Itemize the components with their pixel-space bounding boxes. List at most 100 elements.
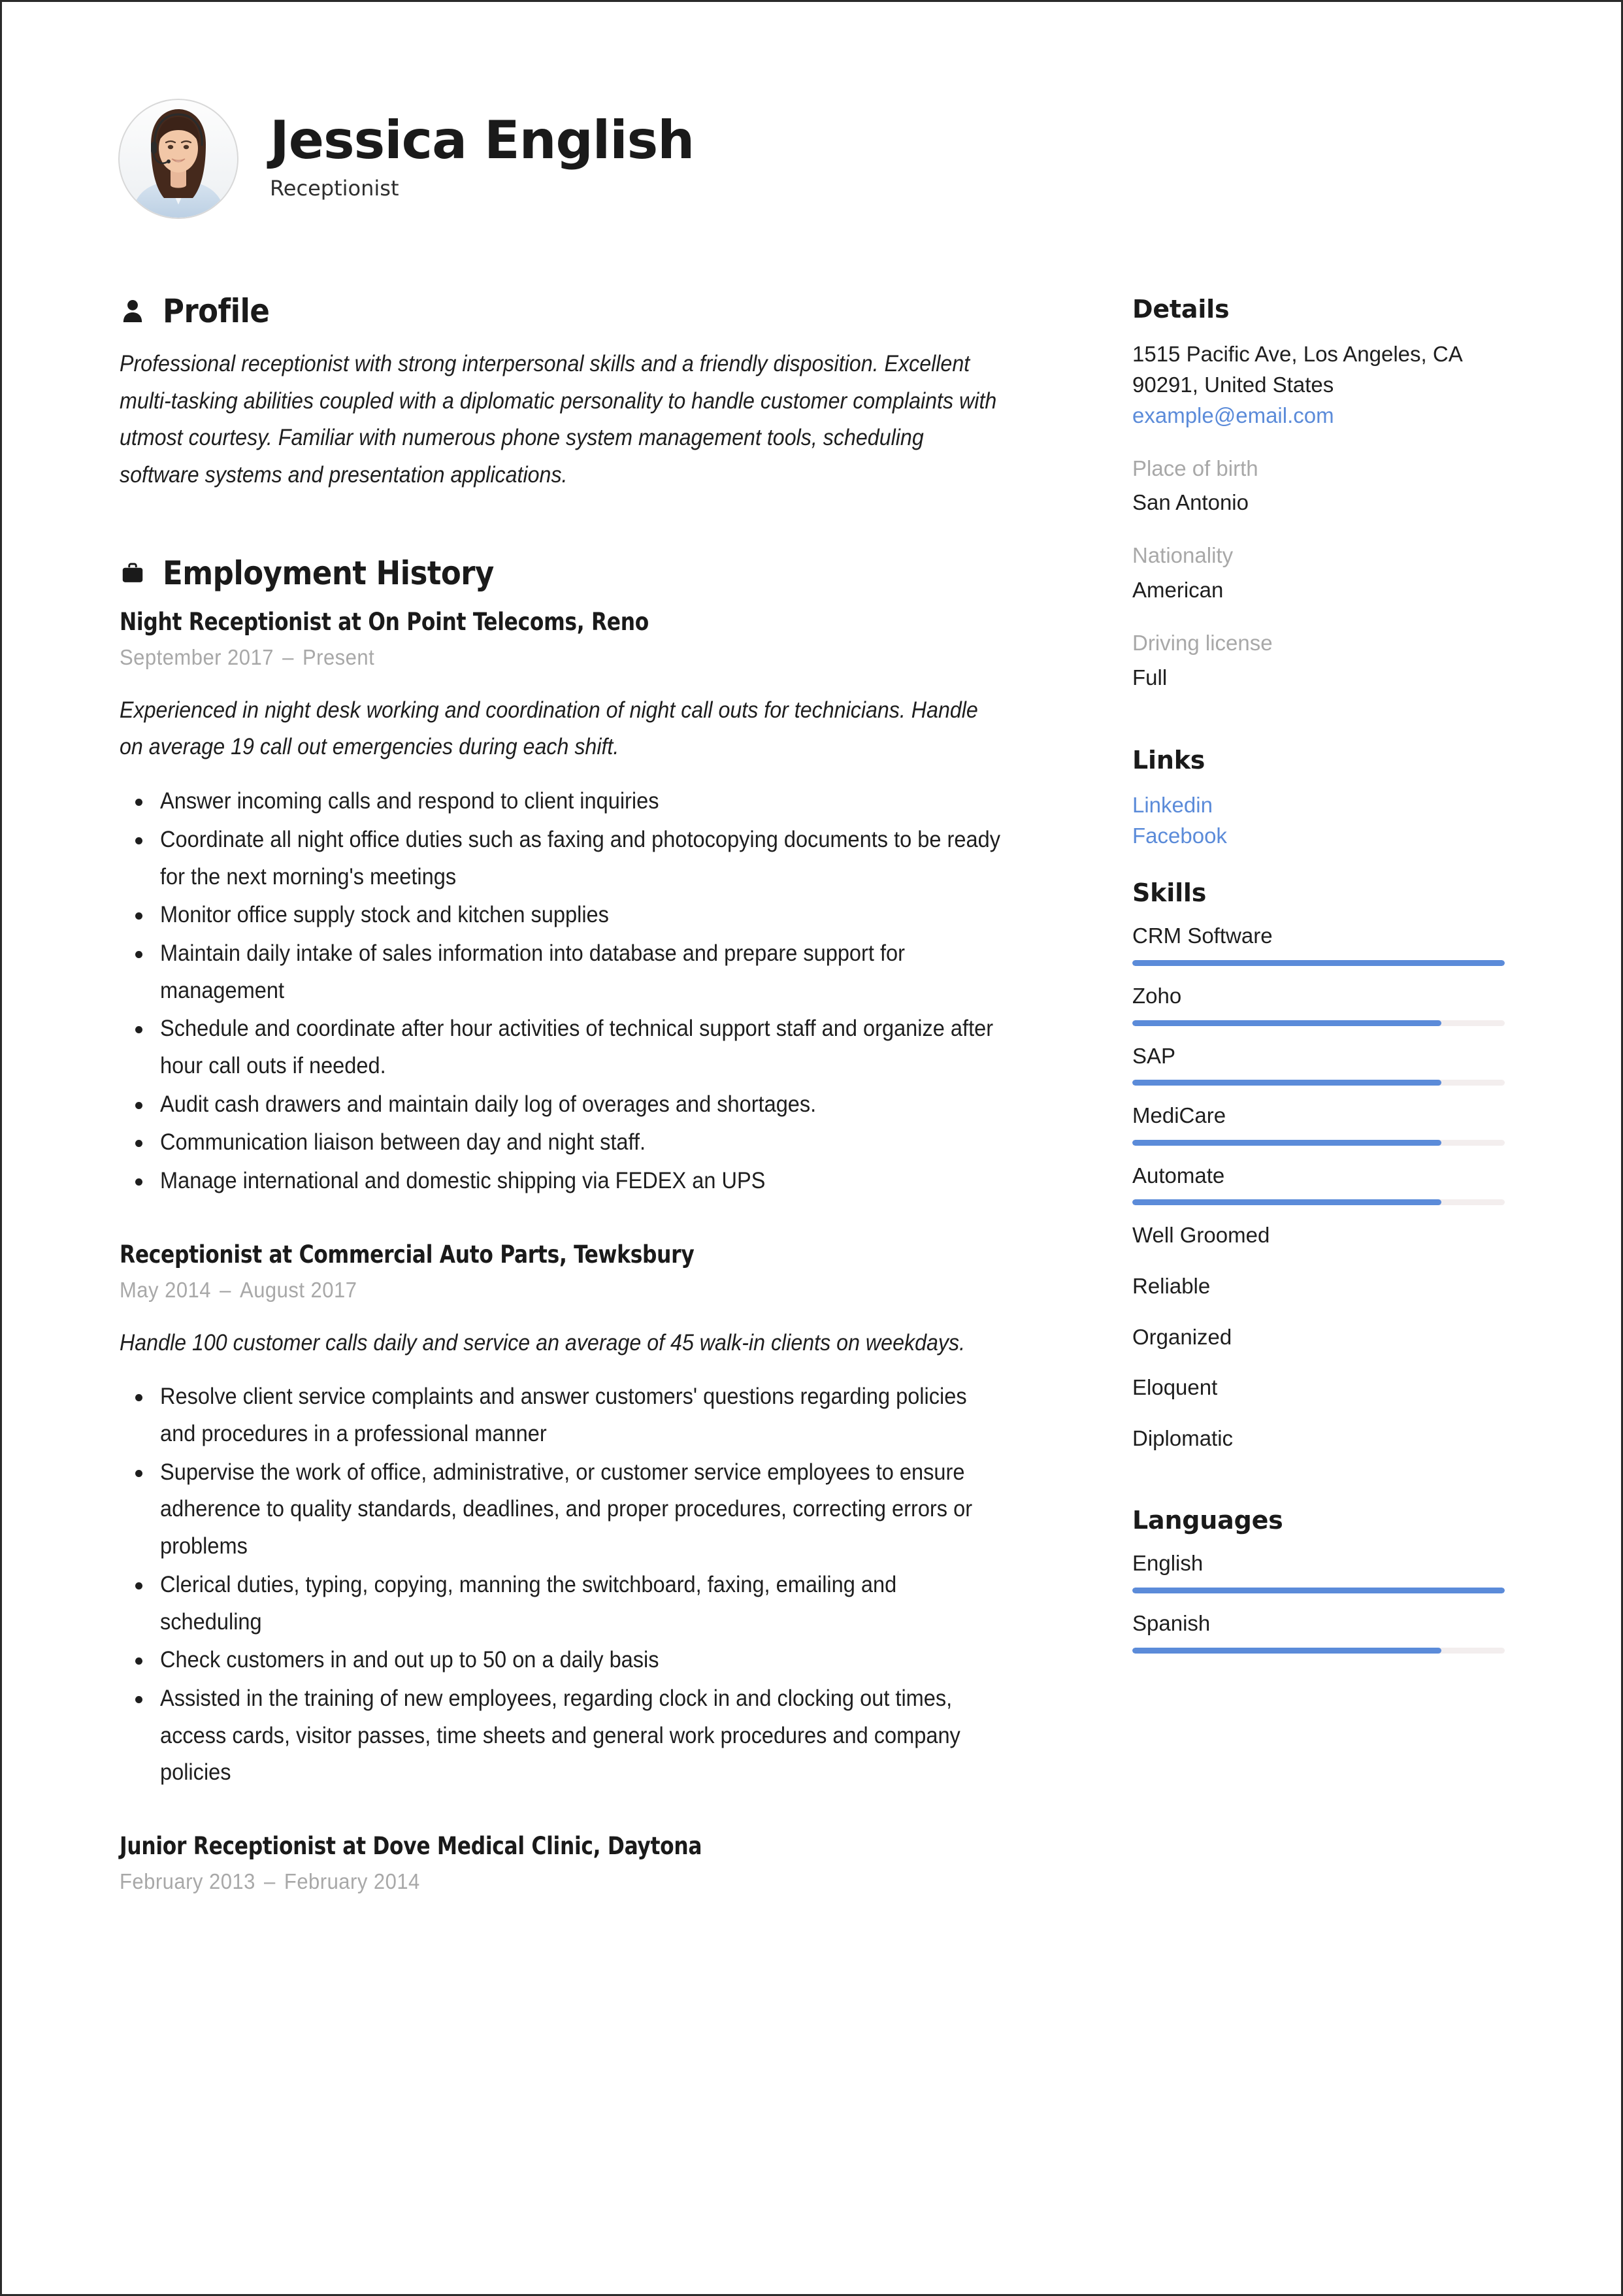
skill-label: Zoho [1132, 984, 1182, 1008]
skill-row: Well Groomed [1132, 1222, 1505, 1257]
skill-bar-fill [1132, 1080, 1442, 1086]
skill-bar-track [1132, 1080, 1505, 1086]
language-bar-fill [1132, 1587, 1505, 1593]
person-photo-icon [120, 100, 237, 218]
language-label: Spanish [1132, 1610, 1211, 1635]
job-summary: Handle 100 customer calls daily and serv… [120, 1329, 966, 1356]
section-employment-history: Employment History Night Receptionist at… [120, 557, 1008, 1894]
job-heading: Receptionist at Commercial Auto Parts, T… [120, 1240, 695, 1269]
job-bullet-list: Answer incoming calls and respond to cli… [120, 783, 1008, 1200]
list-item: Monitor office supply stock and kitchen … [135, 897, 1008, 934]
resume-header: Jessica English Receptionist [120, 100, 1503, 218]
section-title: Details [1132, 295, 1230, 324]
skill-row: Zoho [1132, 983, 1505, 1026]
person-icon [120, 297, 146, 325]
list-item: Maintain daily intake of sales informati… [135, 935, 1008, 1009]
skill-bar-track [1132, 1020, 1505, 1026]
profile-text: Professional receptionist with strong in… [120, 351, 997, 488]
section-title: Employment History [163, 554, 494, 592]
link-linkedin[interactable]: Linkedin [1132, 790, 1505, 821]
language-bar-fill [1132, 1647, 1442, 1654]
profile-heading: Profile [120, 295, 1008, 327]
list-item: Resolve client service complaints and an… [135, 1378, 1008, 1452]
language-bar-track [1132, 1587, 1505, 1593]
list-item: Manage international and domestic shippi… [135, 1163, 1008, 1200]
resume-sheet: Jessica English Receptionist Profile Pro… [2, 2, 1621, 2294]
skill-label: CRM Software [1132, 923, 1273, 948]
skill-row: Automate [1132, 1163, 1505, 1206]
date-separator: – [282, 644, 294, 669]
job-dates: May 2014– August 2017 [120, 1278, 1005, 1303]
job-entry: Junior Receptionist at Dove Medical Clin… [120, 1832, 1008, 1894]
skill-label: Reliable [1132, 1274, 1211, 1299]
skill-label: Eloquent [1132, 1375, 1218, 1400]
detail-label-nationality: Nationality [1132, 543, 1234, 568]
skill-bar-fill [1132, 1020, 1442, 1026]
section-title: Languages [1132, 1506, 1283, 1535]
address-line-1: 1515 Pacific Ave, Los Angeles, CA [1132, 342, 1463, 366]
detail-label-place-of-birth: Place of birth [1132, 456, 1258, 480]
section-skills: Skills CRM Software Zoho SAP MediCare Au… [1132, 878, 1505, 1460]
candidate-job-title: Receptionist [270, 176, 399, 201]
skill-row: Reliable [1132, 1273, 1505, 1308]
job-date-end: February 2014 [284, 1869, 420, 1893]
date-separator: – [264, 1869, 276, 1893]
skill-bar-track [1132, 1139, 1505, 1146]
list-item: Clerical duties, typing, copying, mannin… [135, 1567, 1008, 1640]
list-item: Check customers in and out up to 50 on a… [135, 1642, 1008, 1679]
skill-row: SAP [1132, 1043, 1505, 1086]
skill-label: SAP [1132, 1043, 1176, 1068]
skill-label: Automate [1132, 1163, 1225, 1188]
language-row: English [1132, 1550, 1505, 1593]
job-dates: February 2013– February 2014 [120, 1869, 1005, 1894]
candidate-name: Jessica English [270, 110, 695, 171]
list-item: Assisted in the training of new employee… [135, 1680, 1008, 1791]
detail-label-driving-license: Driving license [1132, 631, 1273, 656]
language-label: English [1132, 1551, 1204, 1576]
job-entry: Receptionist at Commercial Auto Parts, T… [120, 1240, 1008, 1791]
email-link[interactable]: example@email.com [1132, 401, 1505, 431]
section-profile: Profile Professional receptionist with s… [120, 295, 1008, 494]
job-date-end: August 2017 [240, 1277, 357, 1302]
date-separator: – [220, 1277, 231, 1302]
detail-value-driving-license: Full [1132, 665, 1168, 690]
section-title: Links [1132, 745, 1205, 774]
resume-body: Profile Professional receptionist with s… [120, 295, 1505, 1916]
job-entry: Night Receptionist at On Point Telecoms,… [120, 608, 1008, 1200]
list-item: Supervise the work of office, administra… [135, 1454, 1008, 1565]
briefcase-icon [120, 559, 146, 588]
skill-label: Well Groomed [1132, 1223, 1270, 1248]
language-row: Spanish [1132, 1610, 1505, 1654]
section-links: Links Linkedin Facebook [1132, 746, 1505, 852]
language-bar-track [1132, 1647, 1505, 1654]
sidebar-column: Details 1515 Pacific Ave, Los Angeles, C… [1132, 295, 1505, 1671]
list-item: Answer incoming calls and respond to cli… [135, 783, 1008, 820]
job-date-end: Present [303, 644, 375, 669]
job-dates: September 2017– Present [120, 645, 1005, 670]
job-date-start: September 2017 [120, 644, 274, 669]
avatar [120, 100, 237, 218]
detail-value-place-of-birth: San Antonio [1132, 490, 1249, 515]
list-item: Audit cash drawers and maintain daily lo… [135, 1086, 1008, 1123]
skill-bar-fill [1132, 960, 1505, 967]
link-facebook[interactable]: Facebook [1132, 821, 1505, 852]
skill-bar-track [1132, 1199, 1505, 1206]
main-column: Profile Professional receptionist with s… [120, 295, 1047, 1916]
job-heading: Junior Receptionist at Dove Medical Clin… [120, 1831, 702, 1860]
skill-bar-fill [1132, 1139, 1442, 1146]
address-line-2: 90291, United States [1132, 372, 1334, 397]
section-languages: Languages English Spanish [1132, 1506, 1505, 1654]
skill-row: Diplomatic [1132, 1425, 1505, 1461]
job-date-start: May 2014 [120, 1277, 212, 1302]
section-title: Skills [1132, 878, 1207, 908]
detail-value-nationality: American [1132, 578, 1224, 603]
skill-bar-fill [1132, 1199, 1442, 1206]
resume-page: Jessica English Receptionist Profile Pro… [0, 0, 1623, 2296]
list-item: Schedule and coordinate after hour activ… [135, 1010, 1008, 1084]
list-item: Coordinate all night office duties such … [135, 822, 1008, 895]
job-date-start: February 2013 [120, 1869, 255, 1893]
employment-heading: Employment History [120, 557, 1008, 590]
job-summary: Experienced in night desk working and co… [120, 697, 978, 760]
